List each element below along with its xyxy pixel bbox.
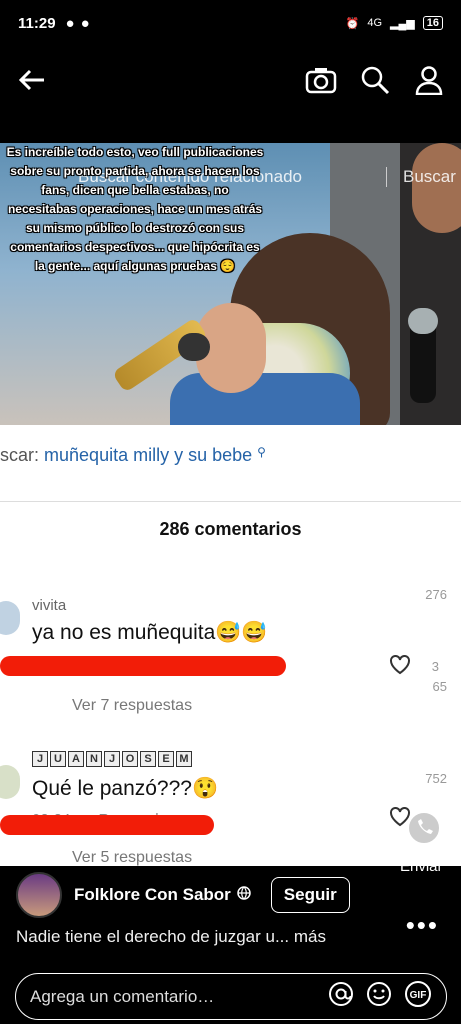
video-photo: Buscar contenido relacionado Buscar Es i… xyxy=(0,143,461,425)
gif-icon[interactable]: GIF xyxy=(404,980,432,1013)
mention-icon[interactable] xyxy=(328,981,354,1012)
chat-notification-icon: ● xyxy=(80,14,90,32)
status-bar: 11:29 ● ● ⏰ 4G ▂▄▆ 16 xyxy=(0,0,461,46)
video-caption: Es increíble todo esto, veo full publica… xyxy=(6,145,264,273)
red-scribble xyxy=(0,656,286,676)
comment-count-bottom: 65 xyxy=(432,679,447,694)
whatsapp-icon[interactable] xyxy=(404,808,444,852)
overlay-search-short: Buscar xyxy=(386,167,456,187)
avatar[interactable] xyxy=(16,872,62,918)
video-player[interactable]: Buscar contenido relacionado Buscar Es i… xyxy=(0,143,461,866)
notification-icon: ● xyxy=(65,14,75,32)
alarm-icon: ⏰ xyxy=(345,17,360,30)
emoji-icon[interactable] xyxy=(366,981,392,1012)
post-description[interactable]: Nadie tiene el derecho de juzgar u... má… xyxy=(16,927,326,947)
comment-user-badges: JUANJOSEM xyxy=(32,751,192,767)
comment-likes: 752 xyxy=(425,771,447,786)
back-arrow-icon[interactable] xyxy=(16,64,48,96)
search-label: scar: xyxy=(0,445,40,465)
comment-user: vivita xyxy=(32,597,67,614)
signal-icon: ▂▄▆ xyxy=(390,17,415,30)
author-name[interactable]: Folklore Con Sabor xyxy=(74,885,231,905)
svg-text:GIF: GIF xyxy=(410,990,427,1001)
author-row: Folklore Con Sabor Seguir xyxy=(16,870,456,920)
comment-text: Qué le panzó???😲 xyxy=(32,777,219,800)
comment-count-top: 276 xyxy=(425,587,447,602)
network-label: 4G xyxy=(367,17,383,29)
search-query: muñequita milly y su bebe xyxy=(44,445,253,465)
view-replies[interactable]: Ver 7 respuestas xyxy=(72,697,192,715)
globe-icon xyxy=(237,885,251,905)
avatar xyxy=(0,601,20,635)
search-small-icon: ⚲ xyxy=(257,445,266,459)
follow-button[interactable]: Seguir xyxy=(270,877,350,913)
battery-icon: 16 xyxy=(422,16,443,30)
search-row: scar: muñequita milly y su bebe ⚲ xyxy=(0,445,461,485)
red-scribble xyxy=(0,815,214,835)
comment-input[interactable] xyxy=(30,986,316,1007)
comment-likes: 3 xyxy=(431,659,439,674)
status-time: 11:29 xyxy=(18,14,56,32)
search-icon[interactable] xyxy=(359,64,391,96)
comment-box: GIF xyxy=(15,973,447,1020)
more-options-icon[interactable]: ••• xyxy=(406,910,439,941)
comments-title: 286 comentarios xyxy=(159,519,302,539)
heart-icon[interactable] xyxy=(389,654,411,680)
view-replies[interactable]: Ver 5 respuestas xyxy=(72,849,192,866)
top-bar xyxy=(0,52,461,108)
comment-text: ya no es muñequita😅😅 xyxy=(32,621,268,644)
camera-icon[interactable] xyxy=(305,64,337,96)
profile-icon[interactable] xyxy=(413,64,445,96)
avatar xyxy=(0,765,20,799)
divider xyxy=(0,501,461,502)
